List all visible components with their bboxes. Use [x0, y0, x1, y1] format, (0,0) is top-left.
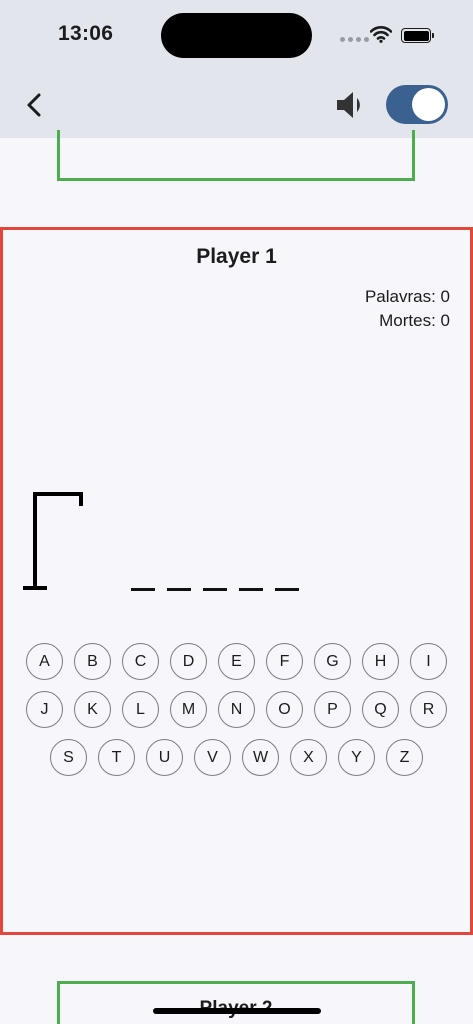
letter-key-a[interactable]: A: [26, 643, 63, 680]
deaths-count: Mortes: 0: [379, 311, 450, 330]
letter-key-u[interactable]: U: [146, 739, 183, 776]
sound-toggle[interactable]: [386, 85, 448, 124]
letter-blank: [275, 588, 299, 591]
dynamic-island: [161, 13, 312, 58]
status-bar: 13:06: [0, 0, 473, 70]
home-indicator: [153, 1008, 321, 1014]
signal-icon: [340, 37, 369, 43]
status-time: 13:06: [58, 22, 114, 45]
letter-key-g[interactable]: G: [314, 643, 351, 680]
wifi-icon: [370, 26, 392, 43]
letter-key-t[interactable]: T: [98, 739, 135, 776]
letter-blank: [167, 588, 191, 591]
speaker-icon[interactable]: [334, 88, 368, 122]
letter-key-r[interactable]: R: [410, 691, 447, 728]
words-count: Palavras: 0: [364, 287, 450, 306]
nav-bar: [0, 70, 473, 138]
letter-key-n[interactable]: N: [218, 691, 255, 728]
letter-key-l[interactable]: L: [122, 691, 159, 728]
chevron-left-icon[interactable]: [20, 90, 48, 120]
letter-key-x[interactable]: X: [290, 739, 327, 776]
letter-blank: [131, 588, 155, 591]
player-2-card: Player 2: [57, 981, 415, 1024]
letter-key-s[interactable]: S: [50, 739, 87, 776]
letter-key-p[interactable]: P: [314, 691, 351, 728]
previous-player-card: [57, 130, 415, 181]
letter-blank: [203, 588, 227, 591]
letter-key-w[interactable]: W: [242, 739, 279, 776]
letter-key-y[interactable]: Y: [338, 739, 375, 776]
player-1-card: Player 1 Palavras: 0 Mortes: 0 ABCDEFGHI…: [0, 227, 473, 935]
letter-key-m[interactable]: M: [170, 691, 207, 728]
letter-key-o[interactable]: O: [266, 691, 303, 728]
letter-key-c[interactable]: C: [122, 643, 159, 680]
toggle-knob: [412, 88, 445, 121]
letter-key-i[interactable]: I: [410, 643, 447, 680]
gallows-drawing: [23, 492, 83, 590]
letter-key-z[interactable]: Z: [386, 739, 423, 776]
letter-key-q[interactable]: Q: [362, 691, 399, 728]
letter-key-v[interactable]: V: [194, 739, 231, 776]
letter-key-k[interactable]: K: [74, 691, 111, 728]
letter-key-b[interactable]: B: [74, 643, 111, 680]
letter-key-h[interactable]: H: [362, 643, 399, 680]
player-title: Player 1: [196, 245, 277, 268]
letter-key-e[interactable]: E: [218, 643, 255, 680]
letter-blank: [239, 588, 263, 591]
letter-key-j[interactable]: J: [26, 691, 63, 728]
player-stats: Palavras: 0 Mortes: 0: [365, 285, 450, 333]
letter-key-d[interactable]: D: [170, 643, 207, 680]
letter-key-f[interactable]: F: [266, 643, 303, 680]
battery-icon: [401, 28, 434, 43]
